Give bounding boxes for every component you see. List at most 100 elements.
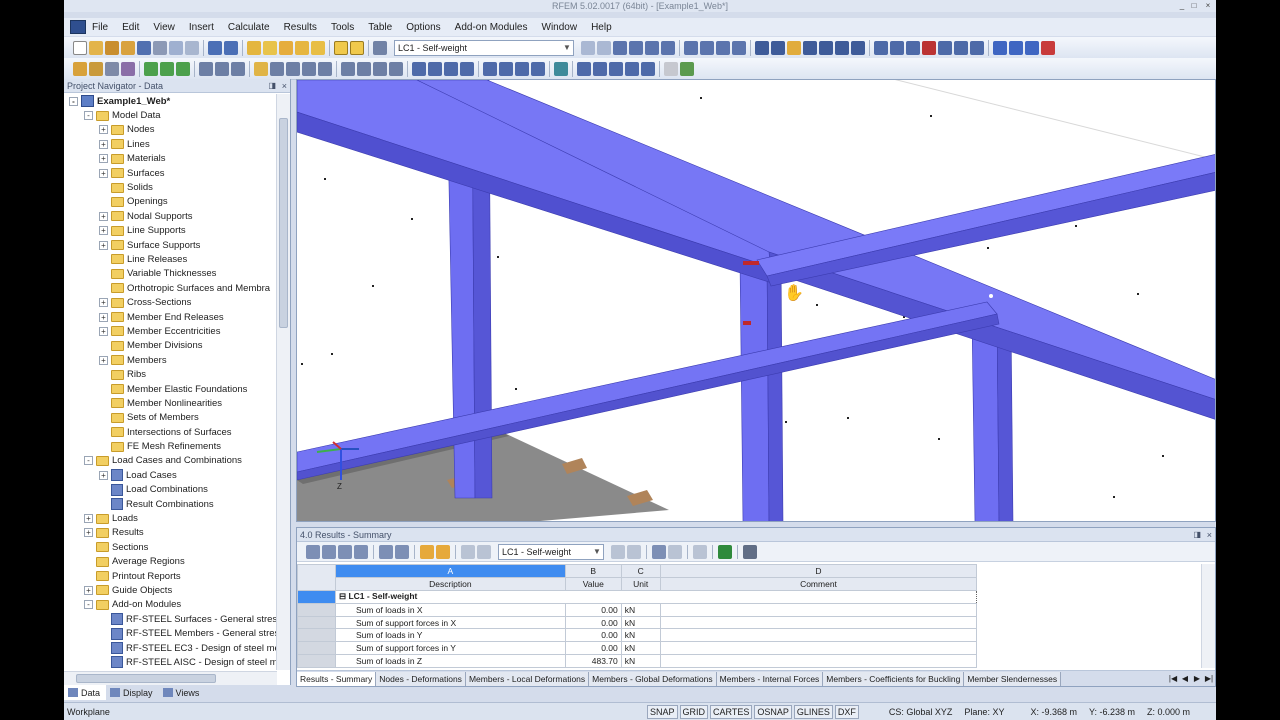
pin-icon[interactable]: ◨ (268, 79, 276, 93)
tree-item-member-elastic-foundations[interactable]: Member Elastic Foundations (64, 382, 277, 396)
line-icon[interactable] (890, 40, 904, 55)
tree-item-line-releases[interactable]: Line Releases (64, 252, 277, 266)
tree-item-results[interactable]: + Results (64, 526, 277, 540)
expand-icon[interactable]: + (84, 585, 93, 595)
grid-toggle[interactable]: GRID (679, 704, 709, 719)
column-letter-a[interactable]: A (334, 564, 566, 578)
scroll-thumb[interactable] (76, 674, 216, 683)
pin-icon[interactable]: ◨ (1193, 528, 1201, 542)
column-letter-d[interactable]: D (659, 564, 978, 578)
tree-item-member-end-releases[interactable]: + Member End Releases (64, 310, 277, 324)
tab-data[interactable]: Data (64, 685, 107, 700)
extrude-icon[interactable] (389, 61, 403, 76)
app-menu-icon[interactable] (70, 20, 86, 34)
expand-icon[interactable]: + (99, 312, 108, 322)
expand-icon[interactable]: + (99, 226, 108, 236)
tree-item-rf-steel-aisc-design-of-steel-m[interactable]: RF-STEEL AISC - Design of steel m (64, 655, 277, 669)
tree-item-nodes[interactable]: + Nodes (64, 123, 277, 137)
tree-item-nodal-supports[interactable]: + Nodal Supports (64, 209, 277, 223)
comment-cell[interactable] (659, 615, 978, 630)
globe-icon[interactable] (554, 61, 568, 76)
table-row[interactable]: Sum of loads in Y 0.00 kN (297, 628, 1203, 643)
column-letter-c[interactable]: C (620, 564, 661, 578)
pan-icon[interactable] (787, 40, 801, 55)
tree-item-cross-sections[interactable]: + Cross-Sections (64, 295, 277, 309)
node-icon[interactable] (874, 40, 888, 55)
tree-item-member-divisions[interactable]: Member Divisions (64, 339, 277, 353)
connect-icon[interactable] (357, 61, 371, 76)
comment-cell[interactable] (659, 641, 978, 656)
table-row[interactable]: Sum of support forces in Y 0.00 kN (297, 641, 1203, 656)
previous-lc-icon[interactable] (611, 544, 625, 559)
redo-icon[interactable] (224, 40, 238, 55)
new-member-icon[interactable] (176, 61, 190, 76)
export-view-icon[interactable] (477, 544, 491, 559)
result-values-icon[interactable] (613, 40, 627, 55)
visibility-icon[interactable] (428, 61, 442, 76)
comment-cell[interactable] (659, 602, 978, 617)
zoom-icon[interactable] (771, 40, 785, 55)
row-header[interactable] (297, 641, 336, 656)
open-recent-icon[interactable] (105, 40, 119, 55)
value-cell[interactable]: 483.70 (564, 654, 622, 668)
result-filter-icon[interactable] (645, 40, 659, 55)
save-icon[interactable] (137, 40, 151, 55)
view-x-icon[interactable] (684, 40, 698, 55)
animate-icon[interactable] (661, 40, 675, 55)
new-node-icon[interactable] (144, 61, 158, 76)
unit-cell[interactable]: kN (620, 628, 661, 643)
snap-toggle[interactable]: SNAP (647, 704, 678, 719)
goto-table-icon[interactable] (306, 544, 320, 559)
column-comment[interactable]: Comment (659, 576, 978, 591)
select-in-graphic-icon[interactable] (668, 544, 682, 559)
tree-item-variable-thicknesses[interactable]: Variable Thicknesses (64, 267, 277, 281)
table-settings-icon[interactable] (354, 544, 368, 559)
tree-item-surface-supports[interactable]: + Surface Supports (64, 238, 277, 252)
tree-item-loads[interactable]: + Loads (64, 511, 277, 525)
value-cell[interactable]: 0.00 (564, 602, 622, 617)
tab-member-slendernesses[interactable]: Member Slendernesses (964, 671, 1062, 686)
expand-icon[interactable]: + (99, 168, 108, 178)
group-label[interactable]: ⊟ LC1 - Self-weight (334, 589, 978, 604)
menu-help[interactable]: Help (591, 22, 612, 33)
menu-table[interactable]: Table (368, 22, 392, 33)
load-case-icon[interactable] (373, 40, 387, 55)
expand-icon[interactable]: + (99, 298, 108, 308)
color-display-icon[interactable] (641, 61, 655, 76)
snap-node-icon[interactable] (105, 61, 119, 76)
menu-insert[interactable]: Insert (189, 22, 214, 33)
mesh-display-icon[interactable] (625, 61, 639, 76)
grid-icon[interactable] (270, 61, 284, 76)
hatch-icon[interactable] (664, 61, 678, 76)
tree-item-intersections-of-surfaces[interactable]: Intersections of Surfaces (64, 425, 277, 439)
print-icon[interactable] (153, 40, 167, 55)
collapse-icon[interactable]: - (84, 600, 93, 610)
description-cell[interactable]: Sum of support forces in X (334, 615, 566, 630)
support-display-icon[interactable] (577, 61, 591, 76)
result-toggle-icon[interactable] (420, 544, 434, 559)
surface-icon[interactable] (938, 40, 952, 55)
expand-icon[interactable]: + (84, 514, 93, 524)
osnap-toggle[interactable]: OSNAP (754, 704, 792, 719)
printout-report-icon[interactable] (185, 40, 199, 55)
expand-icon[interactable]: + (99, 154, 108, 164)
comment-cell[interactable] (659, 628, 978, 643)
filter-columns-icon[interactable] (395, 544, 409, 559)
load-case-combo[interactable]: LC1 - Self-weight ▼ (394, 39, 574, 56)
numbering-icon[interactable] (483, 61, 497, 76)
menu-results[interactable]: Results (284, 22, 317, 33)
select-icon[interactable] (755, 40, 769, 55)
calculate-icon[interactable] (263, 40, 277, 55)
new-line-icon[interactable] (160, 61, 174, 76)
collapse-icon[interactable]: ⊟ (339, 591, 348, 601)
solid-icon[interactable] (954, 40, 968, 55)
tree-item-line-supports[interactable]: + Line Supports (64, 224, 277, 238)
tree-item-add-on-modules[interactable]: - Add-on Modules (64, 598, 277, 612)
tree-item-materials[interactable]: + Materials (64, 152, 277, 166)
tree-item-rf-steel-ec3-design-of-steel-me[interactable]: RF-STEEL EC3 - Design of steel me (64, 641, 277, 655)
tree-item-fe-mesh-refinements[interactable]: FE Mesh Refinements (64, 439, 277, 453)
dxf-toggle[interactable]: DXF (834, 704, 859, 719)
collapse-icon[interactable]: - (84, 111, 93, 121)
tree-item-sets-of-members[interactable]: Sets of Members (64, 411, 277, 425)
table-view-icon[interactable] (461, 544, 475, 559)
